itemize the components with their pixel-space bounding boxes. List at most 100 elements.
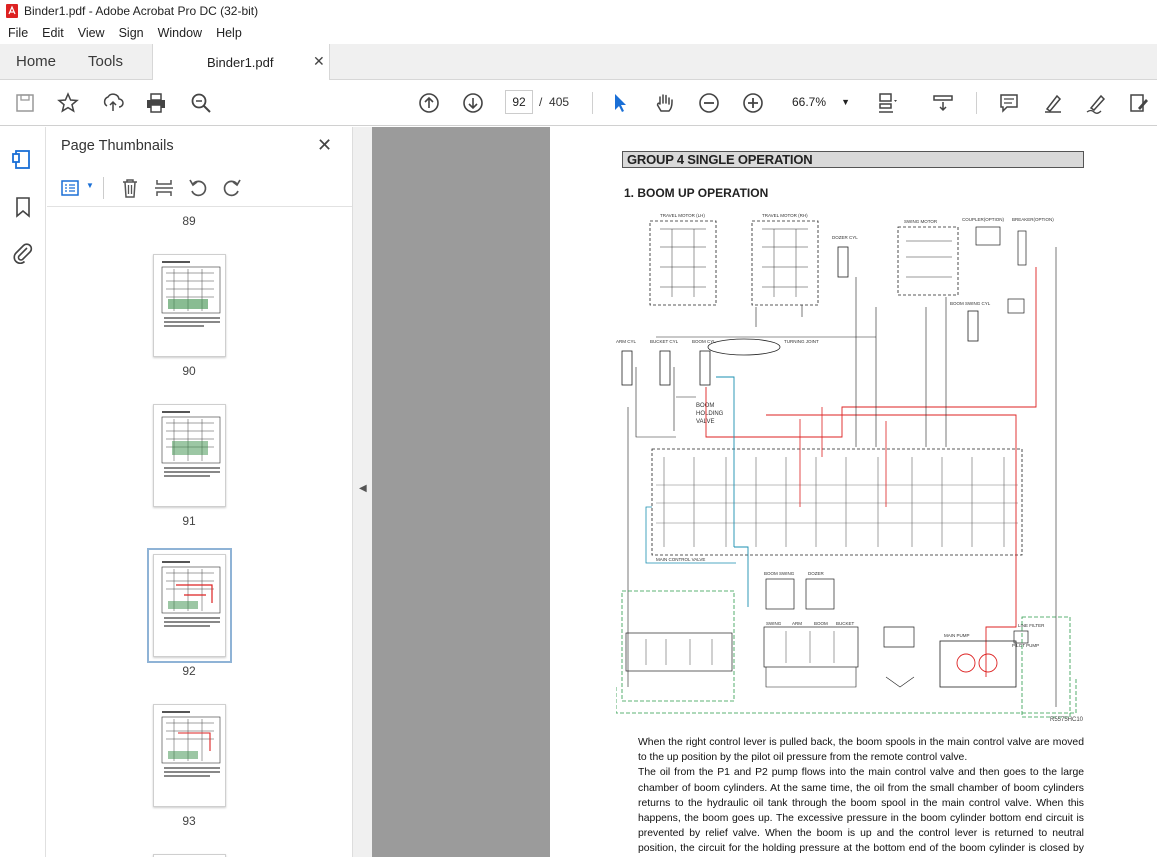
page-thumbnail-93[interactable] xyxy=(153,704,226,807)
extract-pages-icon[interactable] xyxy=(153,177,175,199)
label-dozer-cyl: DOZER CYL xyxy=(832,235,858,240)
close-tab-icon[interactable]: ✕ xyxy=(313,53,325,70)
close-panel-icon[interactable]: ✕ xyxy=(317,135,332,156)
label-dozer: DOZER xyxy=(808,571,825,576)
chevron-down-icon[interactable]: ▼ xyxy=(86,181,94,190)
thumbnail-panel: Page Thumbnails ✕ ▼ 89 90 91 92 93 ▲ xyxy=(47,127,394,857)
collapse-panel-arrow-icon[interactable]: ◀ xyxy=(359,483,367,494)
label-main-control-valve: MAIN CONTROL VALVE xyxy=(656,557,705,562)
label-swing: SWING xyxy=(766,621,782,626)
zoom-level-value: 66.7% xyxy=(792,95,827,109)
label-boom: BOOM xyxy=(814,621,828,626)
thumbnail-page-number: 93 xyxy=(182,814,196,828)
label-boom-holding-3: VALVE xyxy=(696,419,714,425)
arm-cylinder xyxy=(621,350,633,386)
delete-trash-icon[interactable] xyxy=(119,177,141,199)
main-pump-block xyxy=(939,640,1017,688)
label-boom-cyl: BOOM CYL xyxy=(692,339,716,344)
thumbnail-preview xyxy=(161,261,221,327)
travel-motor-lh-block xyxy=(649,220,717,306)
select-cursor-icon[interactable] xyxy=(607,90,633,116)
comment-icon[interactable] xyxy=(996,90,1022,116)
label-bucket-cyl: BUCKET CYL xyxy=(650,339,679,344)
next-page-icon[interactable] xyxy=(460,90,486,116)
document-viewer[interactable]: GROUP 4 SINGLE OPERATION 1. BOOM UP OPER… xyxy=(372,127,1157,857)
label-arm: ARM xyxy=(792,621,802,626)
tab-document[interactable]: Binder1.pdf ✕ xyxy=(152,44,330,81)
zoom-out-icon[interactable] xyxy=(696,90,722,116)
main-toolbar xyxy=(0,80,1157,126)
panel-title: Page Thumbnails xyxy=(61,138,174,154)
body-text: When the right control lever is pulled b… xyxy=(638,735,1084,857)
label-swing-motor: SWING MOTOR xyxy=(904,219,938,224)
thumbnail-preview xyxy=(161,711,221,777)
label-main-pump: MAIN PUMP xyxy=(944,633,970,638)
hydraulic-circuit-diagram: TRAVEL MOTOR (LH) TRAVEL MOTOR (RH) DOZE… xyxy=(616,213,1077,718)
boom-cylinder xyxy=(699,350,711,386)
menu-file[interactable]: File xyxy=(8,26,28,40)
page-count: / 405 xyxy=(539,95,569,109)
travel-motor-rh-block xyxy=(751,220,819,306)
bucket-cylinder xyxy=(659,350,671,386)
title-bar: Binder1.pdf - Adobe Acrobat Pro DC (32-b… xyxy=(0,0,1157,22)
rotate-clockwise-icon[interactable] xyxy=(221,177,243,199)
thumbnail-preview xyxy=(161,561,221,627)
panel-splitter[interactable]: ◀ xyxy=(352,127,372,857)
bookmarks-icon[interactable] xyxy=(11,195,35,219)
label-coupler: COUPLER(OPTION) xyxy=(962,217,1005,222)
zoom-in-icon[interactable] xyxy=(740,90,766,116)
page-thumbnail-92-selected[interactable] xyxy=(147,548,232,663)
figure-code: R5575HC10 xyxy=(1050,717,1084,723)
toolbar-divider xyxy=(103,177,104,199)
page-thumbnail-91[interactable] xyxy=(153,404,226,507)
highlight-pen-icon[interactable] xyxy=(1040,90,1066,116)
label-arm-cyl: ARM CYL xyxy=(616,339,637,344)
label-travel-motor-lh: TRAVEL MOTOR (LH) xyxy=(660,213,705,218)
breaker-cylinder xyxy=(1017,230,1027,266)
menu-edit[interactable]: Edit xyxy=(42,26,64,40)
thumbnail-page-number: 92 xyxy=(182,664,196,678)
dozer-cylinder xyxy=(837,246,849,278)
tab-home[interactable]: Home xyxy=(16,53,56,70)
boom-swing-cylinder xyxy=(967,310,979,342)
label-turning-joint: TURNING JOINT xyxy=(784,339,819,344)
rotate-counterclockwise-icon[interactable] xyxy=(187,177,209,199)
sign-icon[interactable] xyxy=(1083,90,1109,116)
page-fit-icon[interactable] xyxy=(874,90,900,116)
save-icon[interactable] xyxy=(12,90,38,116)
turning-joint xyxy=(707,338,781,356)
page-thumbnail-90[interactable] xyxy=(153,254,226,357)
chevron-down-icon: ▼ xyxy=(841,97,850,107)
section-heading: 1. BOOM UP OPERATION xyxy=(624,186,769,200)
bookmark-star-icon[interactable] xyxy=(55,90,81,116)
scroll-mode-icon[interactable] xyxy=(930,90,956,116)
menu-help[interactable]: Help xyxy=(216,26,242,40)
left-navigation-rail xyxy=(0,127,46,857)
menu-sign[interactable]: Sign xyxy=(119,26,144,40)
search-zoom-icon[interactable] xyxy=(188,90,214,116)
share-upload-icon[interactable] xyxy=(100,90,126,116)
thumbnail-options-icon[interactable] xyxy=(61,177,83,199)
thumbnail-toolbar: ▼ xyxy=(47,167,352,207)
swing-motor-block xyxy=(897,226,959,296)
thumbnail-list: 89 90 91 92 93 xyxy=(47,214,332,857)
hand-tool-icon[interactable] xyxy=(652,90,678,116)
menu-window[interactable]: Window xyxy=(158,26,202,40)
page-thumbnails-icon[interactable] xyxy=(11,148,35,172)
menu-view[interactable]: View xyxy=(78,26,105,40)
print-icon[interactable] xyxy=(143,90,169,116)
paragraph-2: The oil from the P1 and P2 pump flows in… xyxy=(638,767,1084,855)
previous-page-icon[interactable] xyxy=(416,90,442,116)
label-boom-holding-2: HOLDING xyxy=(696,411,724,417)
page-number-input[interactable]: 92 xyxy=(505,90,533,114)
tab-bar: Home Tools Binder1.pdf ✕ xyxy=(0,44,1157,81)
paragraph-1: When the right control lever is pulled b… xyxy=(638,737,1084,764)
edit-pdf-icon[interactable] xyxy=(1126,90,1152,116)
label-boom-swing-cyl: BOOM SWING CYL xyxy=(950,301,991,306)
zoom-level-select[interactable]: 66.7% ▼ xyxy=(784,90,854,114)
thumbnail-page-number: 90 xyxy=(182,364,196,378)
toolbar-divider xyxy=(592,92,593,114)
tab-tools[interactable]: Tools xyxy=(88,53,123,70)
attachments-paperclip-icon[interactable] xyxy=(11,241,35,265)
pdf-page: GROUP 4 SINGLE OPERATION 1. BOOM UP OPER… xyxy=(550,127,1157,857)
